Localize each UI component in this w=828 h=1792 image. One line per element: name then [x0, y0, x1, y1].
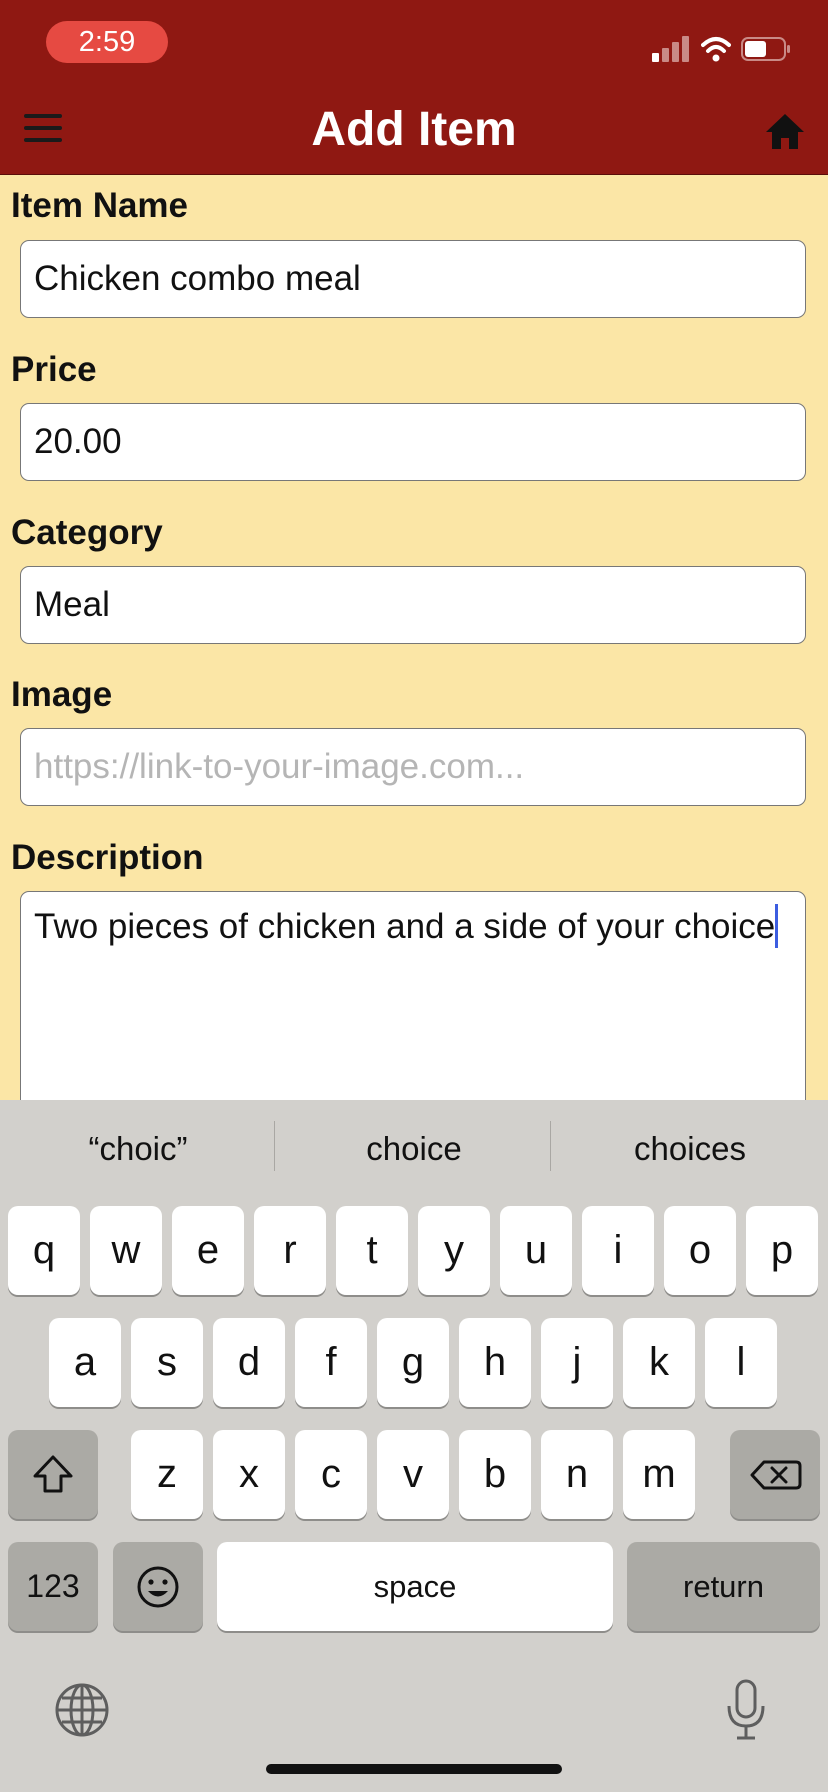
- key-q[interactable]: q: [8, 1206, 80, 1295]
- backspace-icon: [750, 1460, 802, 1490]
- category-input[interactable]: Meal: [20, 566, 806, 644]
- image-label: Image: [11, 675, 113, 714]
- emoji-icon: [137, 1566, 179, 1608]
- key-r[interactable]: r: [254, 1206, 326, 1295]
- key-k[interactable]: k: [623, 1318, 695, 1407]
- key-y[interactable]: y: [418, 1206, 490, 1295]
- key-m[interactable]: m: [623, 1430, 695, 1519]
- item-name-label: Item Name: [11, 186, 189, 225]
- description-textarea[interactable]: Two pieces of chicken and a side of your…: [20, 891, 806, 1131]
- shift-key[interactable]: [8, 1430, 98, 1519]
- home-indicator[interactable]: [266, 1764, 562, 1774]
- key-i[interactable]: i: [582, 1206, 654, 1295]
- key-s[interactable]: s: [131, 1318, 203, 1407]
- microphone-icon[interactable]: [724, 1678, 768, 1742]
- description-label: Description: [11, 838, 204, 877]
- key-f[interactable]: f: [295, 1318, 367, 1407]
- item-name-input[interactable]: Chicken combo meal: [20, 240, 806, 318]
- shift-icon: [33, 1455, 73, 1493]
- key-b[interactable]: b: [459, 1430, 531, 1519]
- key-o[interactable]: o: [664, 1206, 736, 1295]
- page-title: Add Item: [311, 103, 517, 156]
- description-text: Two pieces of chicken and a side of your…: [34, 907, 776, 946]
- suggestion-2[interactable]: choice: [279, 1119, 549, 1179]
- status-time: 2:59: [46, 21, 168, 63]
- globe-icon[interactable]: [54, 1682, 110, 1738]
- key-l[interactable]: l: [705, 1318, 777, 1407]
- key-p[interactable]: p: [746, 1206, 818, 1295]
- return-key[interactable]: return: [627, 1542, 820, 1631]
- space-key[interactable]: space: [217, 1542, 613, 1631]
- price-label: Price: [11, 350, 97, 389]
- key-e[interactable]: e: [172, 1206, 244, 1295]
- emoji-key[interactable]: [113, 1542, 203, 1631]
- key-x[interactable]: x: [213, 1430, 285, 1519]
- key-a[interactable]: a: [49, 1318, 121, 1407]
- key-z[interactable]: z: [131, 1430, 203, 1519]
- key-j[interactable]: j: [541, 1318, 613, 1407]
- image-url-placeholder: https://link-to-your-image.com...: [34, 747, 525, 786]
- text-caret: [775, 904, 779, 948]
- suggestion-divider: [274, 1121, 275, 1171]
- battery-icon: [741, 37, 790, 61]
- cellular-signal-icon: [652, 36, 689, 62]
- wifi-icon: [701, 37, 731, 62]
- key-u[interactable]: u: [500, 1206, 572, 1295]
- key-d[interactable]: d: [213, 1318, 285, 1407]
- key-g[interactable]: g: [377, 1318, 449, 1407]
- price-input[interactable]: 20.00: [20, 403, 806, 481]
- key-c[interactable]: c: [295, 1430, 367, 1519]
- key-n[interactable]: n: [541, 1430, 613, 1519]
- image-url-input[interactable]: https://link-to-your-image.com...: [20, 728, 806, 806]
- category-label: Category: [11, 513, 163, 552]
- backspace-key[interactable]: [730, 1430, 820, 1519]
- suggestion-divider: [550, 1121, 551, 1171]
- home-icon[interactable]: [764, 112, 806, 150]
- key-v[interactable]: v: [377, 1430, 449, 1519]
- suggestion-1[interactable]: “choic”: [3, 1119, 273, 1179]
- key-t[interactable]: t: [336, 1206, 408, 1295]
- key-w[interactable]: w: [90, 1206, 162, 1295]
- numbers-key[interactable]: 123: [8, 1542, 98, 1631]
- suggestion-3[interactable]: choices: [555, 1119, 825, 1179]
- key-h[interactable]: h: [459, 1318, 531, 1407]
